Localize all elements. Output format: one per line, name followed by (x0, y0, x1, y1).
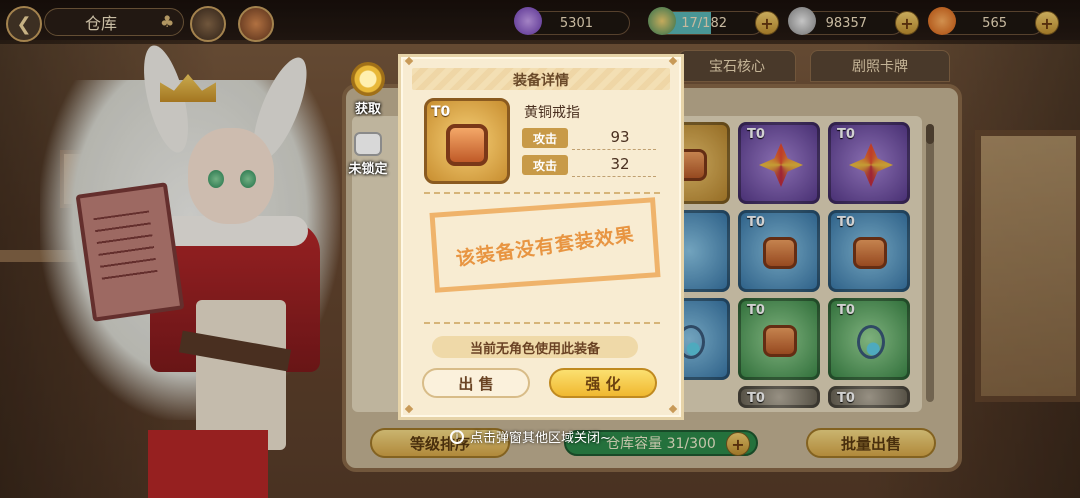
close-hint-text: 点击弹窗其他区域关闭~ (470, 431, 611, 446)
unlock-icon (354, 132, 382, 156)
modal-title: 装备详情 (513, 73, 569, 89)
stat-value: 93 (610, 128, 630, 146)
sell-label: 出 售 (458, 374, 494, 393)
magnifier-icon (351, 62, 385, 96)
section-divider (424, 192, 660, 194)
sell-button[interactable]: 出 售 (422, 368, 530, 398)
stat-label: 攻击 (522, 155, 568, 175)
item-name: 黄铜戒指 (524, 105, 580, 121)
stat-label: 攻击 (522, 128, 568, 148)
section-divider (424, 322, 660, 324)
set-effect-stamp: 该装备没有套装效果 (429, 197, 661, 293)
set-effect-text: 该装备没有套装效果 (454, 223, 636, 270)
stat-divider (572, 149, 656, 150)
enhance-label: 强 化 (585, 374, 621, 393)
enhance-button[interactable]: 强 化 (549, 368, 657, 398)
stat-divider (572, 176, 656, 177)
info-icon: i (450, 429, 464, 444)
close-hint: i 点击弹窗其他区域关闭~ (450, 427, 611, 446)
item-tier-badge: T0 (431, 104, 451, 120)
brass-ring-icon (446, 124, 488, 166)
obtain-button[interactable]: 获取 (344, 62, 392, 117)
obtain-label: 获取 (354, 102, 381, 117)
usage-status: 当前无角色使用此装备 (432, 336, 638, 358)
stat-value: 32 (610, 155, 630, 173)
lock-toggle-button[interactable]: 未锁定 (344, 122, 392, 177)
lock-status-label: 未锁定 (348, 162, 388, 177)
